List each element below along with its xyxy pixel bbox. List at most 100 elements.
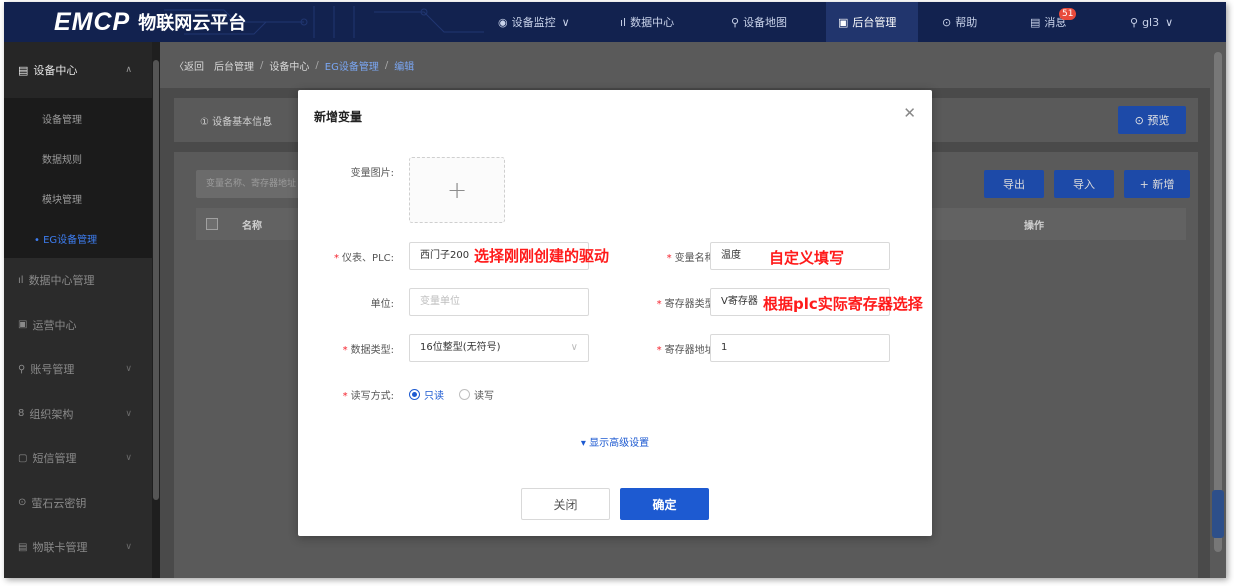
logo-text: 物联网云平台 [138, 13, 247, 34]
sidebar-subitem-data-rules[interactable]: 数据规则 [4, 138, 152, 178]
monitor-icon: ▣ [838, 15, 849, 29]
rw-label-text: 读写方式: [350, 391, 394, 402]
message-icon: ▤ [1030, 15, 1041, 29]
radio-label: 读写 [474, 391, 494, 402]
breadcrumb: 〈返回 后台管理 / 设备中心 / EG设备管理 / 编辑 [160, 42, 1210, 88]
app-window: EMCP 物联网云平台 ◉ 设备监控 ∨ ıl 数据中心 ⚲ 设备地图 ▣ 后台… [4, 2, 1226, 578]
scrollbar-thumb[interactable] [153, 60, 159, 500]
nav-device-monitor[interactable]: ◉ 设备监控 ∨ [498, 2, 570, 42]
org-icon: 8 [18, 408, 25, 420]
import-button[interactable]: 导入 [1054, 170, 1114, 198]
sidebar-scrollbar[interactable] [152, 42, 160, 578]
message-badge: 51 [1059, 8, 1077, 20]
sidebar-item-label: 数据规则 [42, 154, 82, 166]
sidebar-item-accounts[interactable]: ⚲ 账号管理 ∨ [4, 347, 152, 392]
chevron-down-icon: ∨ [125, 364, 132, 375]
preview-button[interactable]: ⊙ 预览 [1118, 106, 1186, 134]
add-variable-dialog: 新增变量 ✕ 变量图片: + * 仪表、PLC: 西门子200 选择刚刚创建的驱动… [298, 90, 932, 536]
breadcrumb-separator: / [260, 59, 264, 71]
sidebar-item-sms[interactable]: ▢ 短信管理 ∨ [4, 436, 152, 481]
nav-device-map[interactable]: ⚲ 设备地图 [731, 2, 787, 42]
chevron-down-icon: ∨ [125, 542, 132, 553]
back-link[interactable]: 〈返回 [174, 58, 204, 73]
monitor-icon: ▣ [18, 319, 28, 331]
nav-label: 设备地图 [743, 16, 788, 29]
add-button[interactable]: + 新增 [1124, 170, 1190, 198]
data-type-value: 16位整型(无符号) [420, 342, 501, 353]
confirm-button[interactable]: 确定 [620, 488, 709, 520]
sidebar-item-label: 物联卡管理 [32, 541, 88, 555]
scrollbar-thumb[interactable] [1214, 52, 1222, 552]
select-all-checkbox[interactable] [206, 218, 218, 230]
chart-icon: ıl [620, 15, 627, 29]
chevron-down-icon: ∨ [570, 342, 578, 353]
chart-icon: ıl [18, 274, 24, 286]
user-icon: ⚲ [1130, 15, 1139, 29]
top-navbar: EMCP 物联网云平台 ◉ 设备监控 ∨ ıl 数据中心 ⚲ 设备地图 ▣ 后台… [4, 2, 1226, 42]
radio-dot [459, 389, 470, 400]
data-type-select[interactable]: 16位整型(无符号) ∨ [409, 334, 589, 362]
sidebar-item-label: 组织架构 [29, 407, 74, 421]
sidebar-item-label: 运营中心 [32, 318, 77, 332]
sidebar-item-label: 短信管理 [32, 452, 77, 466]
close-button[interactable]: 关闭 [521, 488, 610, 520]
plc-label-text: 仪表、PLC: [342, 253, 394, 264]
radio-readwrite[interactable]: 读写 [459, 387, 494, 402]
nav-admin[interactable]: ▣ 后台管理 [826, 2, 918, 42]
column-header-operation: 操作 [1024, 221, 1044, 232]
sidebar-item-ezviz-key[interactable]: ⊙ 萤石云密钥 [4, 481, 152, 526]
dialog-title: 新增变量 [314, 110, 363, 124]
advanced-settings-toggle[interactable]: ▾ 显示高级设置 [298, 434, 932, 449]
rw-label: * 读写方式: [342, 391, 394, 402]
nav-help[interactable]: ⊙ 帮助 [942, 2, 977, 42]
map-icon: ⚲ [731, 15, 740, 29]
image-upload[interactable]: + [409, 157, 505, 223]
breadcrumb-current: 编辑 [394, 61, 415, 73]
sidebar-item-label: 模块管理 [42, 194, 82, 206]
plc-label: * 仪表、PLC: [334, 253, 394, 264]
sidebar-item-operations[interactable]: ▣ 运营中心 [4, 303, 152, 348]
sidebar-item-label: 萤石云密钥 [31, 496, 87, 510]
reg-addr-label: * 寄存器地址: [656, 345, 718, 356]
nav-label: 后台管理 [852, 16, 897, 29]
data-type-label-text: 数据类型: [350, 345, 394, 356]
unit-label: 单位: [370, 299, 394, 310]
tab-device-basic-info[interactable]: ① 设备基本信息 [200, 113, 272, 128]
reg-addr-input[interactable]: 1 [710, 334, 890, 362]
nav-data-center[interactable]: ıl 数据中心 [620, 2, 674, 42]
key-icon: ⊙ [18, 497, 27, 509]
breadcrumb-item[interactable]: EG设备管理 [325, 58, 379, 73]
close-icon[interactable]: ✕ [903, 104, 916, 122]
help-icon: ⊙ [942, 15, 952, 29]
chevron-down-icon: ∨ [1165, 15, 1174, 29]
sidebar-subitem-device-manage[interactable]: 设备管理 [4, 98, 152, 138]
annotation-var-name: 自定义填写 [769, 249, 845, 267]
radio-readonly[interactable]: 只读 [409, 387, 444, 402]
sidebar-item-data-center-manage[interactable]: ıl 数据中心管理 [4, 258, 152, 303]
export-button[interactable]: 导出 [984, 170, 1044, 198]
device-icon: ▤ [18, 63, 29, 77]
sidebar-subitem-eg-device[interactable]: • EG设备管理 [4, 218, 152, 258]
sidebar-item-iot-card[interactable]: ▤ 物联卡管理 ∨ [4, 525, 152, 570]
sidebar-item-label: 数据中心管理 [28, 274, 95, 288]
sidebar-subitem-module-manage[interactable]: 模块管理 [4, 178, 152, 218]
breadcrumb-separator: / [384, 59, 389, 71]
unit-input[interactable]: 变量单位 [409, 288, 589, 316]
sidebar: ▤ 设备中心 ∧ 设备管理 数据规则 模块管理 • EG设备管理 ıl 数据中心… [4, 42, 152, 578]
sidebar-item-label: 设备管理 [42, 114, 82, 126]
annotation-plc: 选择刚刚创建的驱动 [474, 247, 610, 265]
sidebar-item-label: 设备中心 [33, 64, 78, 77]
sidebar-item-label: 账号管理 [30, 363, 75, 377]
plus-icon: + [446, 176, 468, 204]
nav-label: 数据中心 [630, 16, 675, 29]
chevron-up-icon: ∧ [125, 65, 132, 75]
column-header-name: 名称 [242, 221, 262, 232]
sidebar-item-organization[interactable]: 8 组织架构 ∨ [4, 392, 152, 437]
logo[interactable]: EMCP 物联网云平台 [54, 8, 246, 36]
sidebar-item-device-center[interactable]: ▤ 设备中心 ∧ [4, 42, 152, 98]
breadcrumb-item[interactable]: 后台管理 [214, 58, 254, 73]
radio-label: 只读 [424, 391, 444, 402]
user-menu[interactable]: ⚲ gl3 ∨ [1130, 2, 1173, 42]
floating-widget[interactable] [1212, 490, 1224, 538]
breadcrumb-item[interactable]: 设备中心 [269, 58, 309, 73]
